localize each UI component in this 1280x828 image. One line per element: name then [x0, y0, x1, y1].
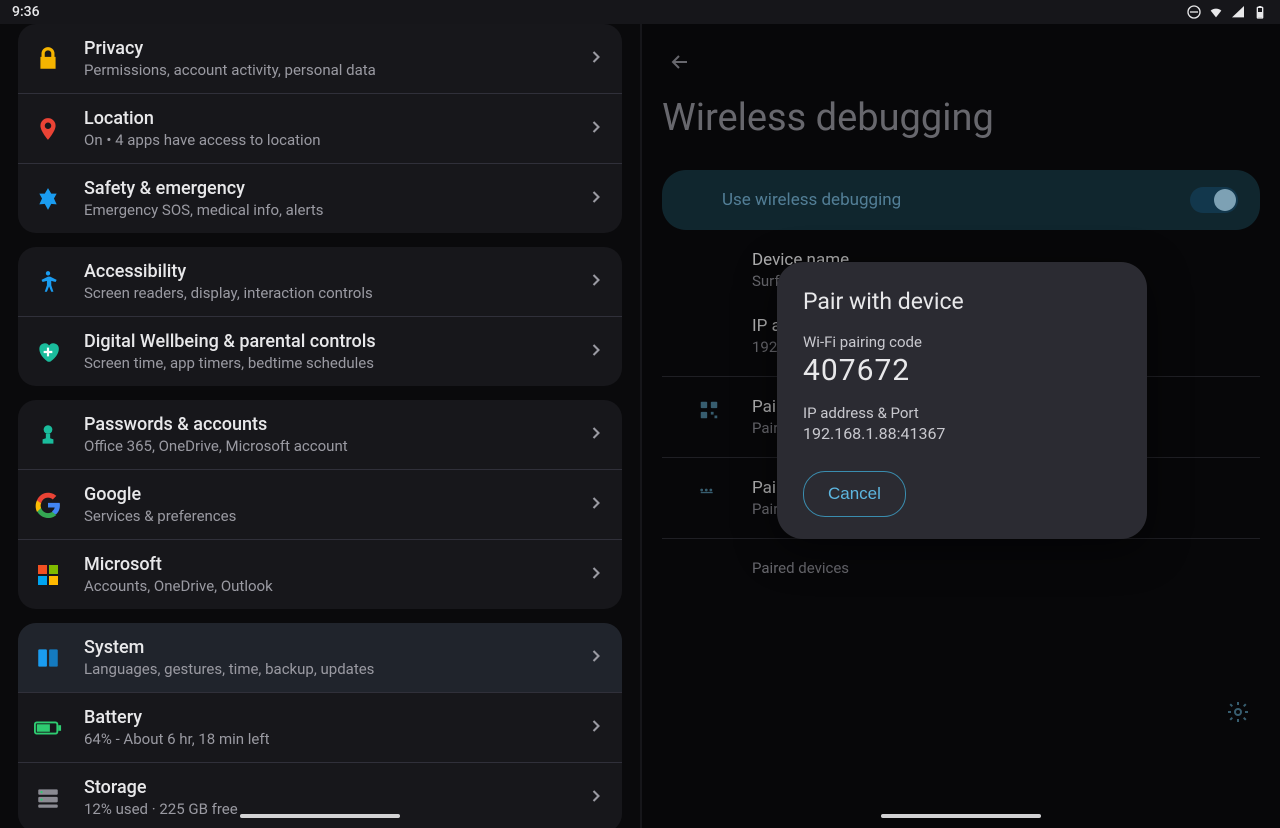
- status-clock: 9:36: [12, 4, 40, 20]
- dialog-title: Pair with device: [803, 288, 1121, 315]
- chevron-right-icon: [586, 786, 606, 810]
- item-subtitle: Office 365, OneDrive, Microsoft account: [84, 437, 586, 455]
- item-title: Accessibility: [84, 261, 586, 282]
- settings-item-system[interactable]: System Languages, gestures, time, backup,…: [18, 623, 622, 692]
- cellular-icon: [1230, 4, 1246, 20]
- settings-group: System Languages, gestures, time, backup,…: [18, 623, 622, 828]
- dialog-ip-value: 192.168.1.88:41367: [803, 424, 1121, 443]
- chevron-right-icon: [586, 187, 606, 211]
- item-subtitle: Screen readers, display, interaction con…: [84, 284, 586, 302]
- item-title: Location: [84, 108, 586, 129]
- dnd-icon: [1186, 4, 1202, 20]
- settings-group: Passwords & accounts Office 365, OneDrive…: [18, 400, 622, 609]
- settings-item-location[interactable]: Location On • 4 apps have access to locat…: [18, 93, 622, 163]
- dialog-ip-label: IP address & Port: [803, 404, 1121, 422]
- safety-icon: [34, 185, 62, 213]
- item-subtitle: Permissions, account activity, personal …: [84, 61, 586, 79]
- item-subtitle: Languages, gestures, time, backup, updat…: [84, 660, 586, 678]
- item-title: Storage: [84, 777, 586, 798]
- item-subtitle: Accounts, OneDrive, Outlook: [84, 577, 586, 595]
- privacy-icon: [34, 45, 62, 73]
- chevron-right-icon: [586, 47, 606, 71]
- pair-dialog: Pair with device Wi-Fi pairing code 4076…: [777, 262, 1147, 539]
- battery-icon: [1252, 4, 1268, 20]
- chevron-right-icon: [586, 117, 606, 141]
- chevron-right-icon: [586, 563, 606, 587]
- item-title: Google: [84, 484, 586, 505]
- item-subtitle: Emergency SOS, medical info, alerts: [84, 201, 586, 219]
- item-title: Passwords & accounts: [84, 414, 586, 435]
- settings-item-google[interactable]: Google Services & preferences: [18, 469, 622, 539]
- wifi-icon: [1208, 4, 1224, 20]
- chevron-right-icon: [586, 716, 606, 740]
- item-subtitle: Screen time, app timers, bedtime schedul…: [84, 354, 586, 372]
- item-title: Privacy: [84, 38, 586, 59]
- battery-icon: [34, 714, 62, 742]
- nav-handle[interactable]: [240, 814, 400, 818]
- nav-handle[interactable]: [881, 814, 1041, 818]
- chevron-right-icon: [586, 340, 606, 364]
- detail-pane: Wireless debugging Use wireless debuggin…: [642, 0, 1280, 828]
- pairing-code-value: 407672: [803, 353, 1121, 388]
- settings-item-battery[interactable]: Battery 64% - About 6 hr, 18 min left: [18, 692, 622, 762]
- system-icon: [34, 644, 62, 672]
- settings-item-passwords[interactable]: Passwords & accounts Office 365, OneDrive…: [18, 400, 622, 469]
- pairing-code-label: Wi-Fi pairing code: [803, 333, 1121, 351]
- wellbeing-icon: [34, 338, 62, 366]
- chevron-right-icon: [586, 493, 606, 517]
- chevron-right-icon: [586, 270, 606, 294]
- settings-group: Accessibility Screen readers, display, in…: [18, 247, 622, 386]
- item-title: Battery: [84, 707, 586, 728]
- settings-list-pane: Privacy Permissions, account activity, pe…: [0, 0, 640, 828]
- settings-item-safety[interactable]: Safety & emergency Emergency SOS, medical…: [18, 163, 622, 233]
- status-bar: 9:36: [0, 0, 1280, 24]
- settings-item-wellbeing[interactable]: Digital Wellbeing & parental controls Scr…: [18, 316, 622, 386]
- chevron-right-icon: [586, 646, 606, 670]
- item-title: Safety & emergency: [84, 178, 586, 199]
- location-icon: [34, 115, 62, 143]
- item-subtitle: On • 4 apps have access to location: [84, 131, 586, 149]
- item-subtitle: Services & preferences: [84, 507, 586, 525]
- settings-item-privacy[interactable]: Privacy Permissions, account activity, pe…: [18, 24, 622, 93]
- storage-icon: [34, 784, 62, 812]
- item-title: Digital Wellbeing & parental controls: [84, 331, 586, 352]
- item-title: System: [84, 637, 586, 658]
- item-subtitle: 64% - About 6 hr, 18 min left: [84, 730, 586, 748]
- chevron-right-icon: [586, 423, 606, 447]
- passwords-icon: [34, 421, 62, 449]
- google-icon: [34, 491, 62, 519]
- settings-item-storage[interactable]: Storage12% used · 225 GB free: [18, 762, 622, 828]
- settings-group: Privacy Permissions, account activity, pe…: [18, 24, 622, 233]
- item-title: Microsoft: [84, 554, 586, 575]
- settings-item-microsoft[interactable]: Microsoft Accounts, OneDrive, Outlook: [18, 539, 622, 609]
- status-icons: [1186, 4, 1268, 20]
- microsoft-icon: [34, 561, 62, 589]
- cancel-button[interactable]: Cancel: [803, 471, 906, 517]
- accessibility-icon: [34, 268, 62, 296]
- settings-item-accessibility[interactable]: Accessibility Screen readers, display, in…: [18, 247, 622, 316]
